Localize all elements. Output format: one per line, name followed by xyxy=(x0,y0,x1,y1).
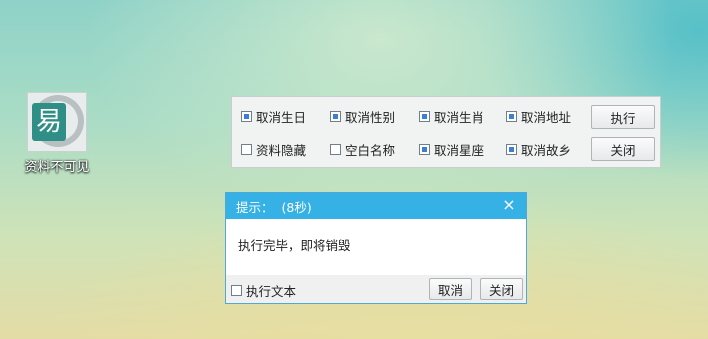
checkbox[interactable] xyxy=(506,143,517,155)
desktop-shortcut-label: 资料不可见 xyxy=(24,160,90,175)
checkbox[interactable] xyxy=(419,143,430,155)
option-label: 空白名称 xyxy=(345,142,396,158)
option-label: 取消生肖 xyxy=(434,109,485,125)
close-button[interactable]: 关闭 xyxy=(591,137,655,161)
option-label: 资料隐藏 xyxy=(256,142,307,158)
option-cancel-address[interactable]: 取消地址 xyxy=(506,107,571,125)
checkbox[interactable] xyxy=(241,143,252,155)
app-icon: 易 xyxy=(27,92,87,152)
checkbox[interactable] xyxy=(330,110,341,122)
dialog-message: 执行完毕，即将销毁 xyxy=(238,238,351,253)
desktop-shortcut[interactable]: 易 资料不可见 xyxy=(14,92,100,175)
checkbox[interactable] xyxy=(330,143,341,155)
option-label: 取消性别 xyxy=(345,109,396,125)
execute-button[interactable]: 执行 xyxy=(591,105,655,129)
dialog-close-button[interactable]: 关闭 xyxy=(480,278,523,300)
option-cancel-hometown[interactable]: 取消故乡 xyxy=(506,140,571,158)
dialog-footer: 执行文本 取消 关闭 xyxy=(226,275,526,303)
option-cancel-zodiac-animal[interactable]: 取消生肖 xyxy=(419,107,484,125)
option-cancel-constellation[interactable]: 取消星座 xyxy=(419,140,484,158)
option-label: 取消星座 xyxy=(434,142,485,158)
option-label: 取消地址 xyxy=(521,109,572,125)
dialog-title: 提示： xyxy=(236,199,274,215)
checkbox[interactable] xyxy=(231,284,242,296)
option-blank-name[interactable]: 空白名称 xyxy=(330,140,395,158)
option-label: 取消生日 xyxy=(256,109,307,125)
app-logo-glyph: 易 xyxy=(32,103,66,141)
checkbox[interactable] xyxy=(506,110,517,122)
option-label: 取消故乡 xyxy=(521,142,572,158)
prompt-dialog: 提示： (8秒) × 执行完毕，即将销毁 执行文本 取消 关闭 xyxy=(225,192,527,304)
checkbox[interactable] xyxy=(241,110,252,122)
execute-text-checkbox[interactable]: 执行文本 xyxy=(231,281,296,299)
checkbox-label: 执行文本 xyxy=(246,283,297,299)
option-hide-profile[interactable]: 资料隐藏 xyxy=(241,140,306,158)
checkbox[interactable] xyxy=(419,110,430,122)
option-cancel-birthday[interactable]: 取消生日 xyxy=(241,107,306,125)
close-icon[interactable]: × xyxy=(500,196,518,214)
countdown-label: (8秒) xyxy=(281,199,312,215)
options-panel: 取消生日 取消性别 取消生肖 取消地址 资料隐藏 空白名称 取消星座 取消故乡 … xyxy=(231,96,661,168)
option-cancel-gender[interactable]: 取消性别 xyxy=(330,107,395,125)
cancel-button[interactable]: 取消 xyxy=(429,278,472,300)
dialog-titlebar[interactable]: 提示： (8秒) × xyxy=(226,193,526,219)
